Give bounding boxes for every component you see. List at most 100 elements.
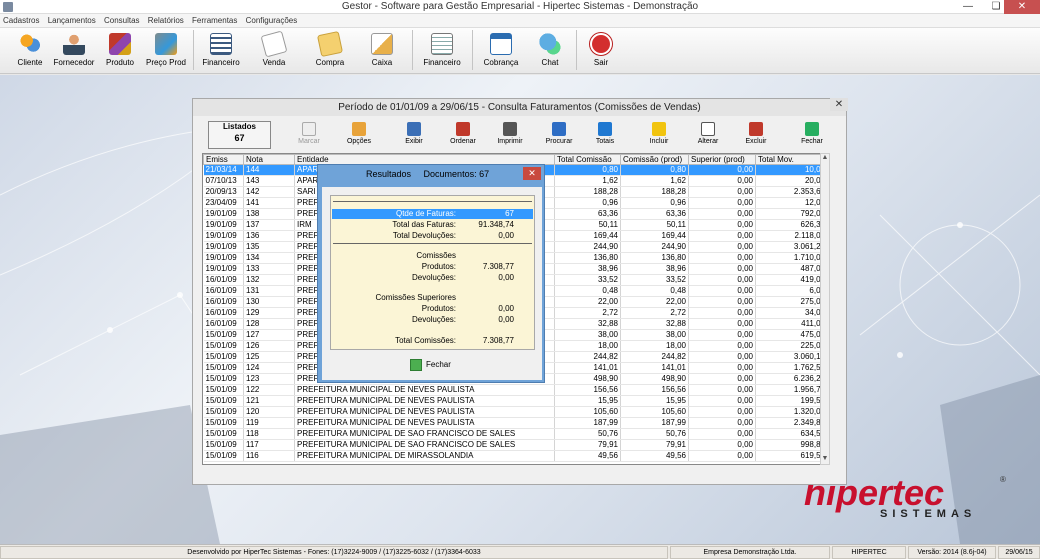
opcoes-button[interactable]: Opções	[341, 121, 377, 151]
table-cell: 50,76	[620, 428, 689, 440]
table-cell: 188,28	[554, 186, 621, 198]
col-total-mov[interactable]: Total Mov.	[755, 154, 827, 165]
scroll-up-icon[interactable]: ▲	[821, 154, 829, 163]
scroll-down-icon[interactable]: ▼	[821, 455, 829, 464]
search-icon	[552, 122, 566, 136]
add-icon	[652, 122, 666, 136]
window-list-icon	[490, 33, 512, 55]
table-row[interactable]: 15/01/09 117 PREFEITURA MUNICIPAL DE SAO F…	[203, 439, 827, 451]
sup-produtos-value: 0,00	[498, 304, 514, 313]
table-cell: 15,95	[620, 395, 689, 407]
col-emiss[interactable]: Emiss	[203, 154, 244, 165]
table-cell: PREFEITURA MUNICIPAL DE NEVES PAULISTA	[294, 395, 555, 407]
table-cell: PREFEITURA MUNICIPAL DE NEVES PAULISTA	[294, 406, 555, 418]
status-versao: Versão: 2014 (8.6j-04)	[908, 546, 996, 559]
table-cell: 137	[243, 219, 295, 231]
total-faturas-label: Total das Faturas:	[392, 220, 456, 229]
table-cell: 79,91	[554, 439, 621, 451]
incluir-button[interactable]: Incluir	[643, 121, 675, 151]
menu-consultas[interactable]: Consultas	[101, 14, 143, 27]
table-cell: 199,50	[755, 395, 827, 407]
exibir-button[interactable]: Exibir	[398, 121, 430, 151]
consulta-close-button[interactable]: ✕	[830, 98, 848, 111]
totais-button[interactable]: Totais	[590, 121, 620, 151]
marcar-button[interactable]: Marcar	[291, 121, 327, 151]
table-cell: 136	[243, 230, 295, 242]
imprimir-button[interactable]: Imprimir	[492, 121, 528, 151]
table-cell: 15/01/09	[203, 439, 244, 451]
toolbar-compra-button[interactable]: Compra	[310, 30, 350, 71]
table-row[interactable]: 15/01/09 119 PREFEITURA MUNICIPAL DE NEVES…	[203, 417, 827, 429]
toolbar-caixa-button[interactable]: Caixa	[364, 31, 400, 71]
table-cell: 0,00	[688, 417, 756, 429]
toolbar-separator	[472, 30, 473, 70]
toolbar-cliente-button[interactable]: Cliente	[10, 31, 50, 71]
table-row[interactable]: 15/01/09 118 PREFEITURA MUNICIPAL DE SAO F…	[203, 428, 827, 440]
toolbar-cobranca-button[interactable]: Cobrança	[478, 31, 524, 71]
toolbar-financeiro2-button[interactable]: Financeiro	[418, 31, 466, 71]
excluir-button[interactable]: Excluir	[740, 121, 772, 151]
table-cell: 19/01/09	[203, 252, 244, 264]
col-superior-prod[interactable]: Superior (prod)	[688, 154, 756, 165]
table-cell: 130	[243, 296, 295, 308]
table-cell: 79,91	[620, 439, 689, 451]
table-cell: 0,00	[688, 197, 756, 209]
table-cell: 1.762,55	[755, 362, 827, 374]
toolbar-sair-button[interactable]: Sair	[584, 31, 618, 71]
col-total-comissao[interactable]: Total Comissão	[554, 154, 621, 165]
table-cell: 10,00	[755, 164, 827, 176]
col-comissao-prod[interactable]: Comissão (prod)	[620, 154, 689, 165]
toolbar-venda-button[interactable]: Venda	[256, 30, 292, 71]
table-row[interactable]: 15/01/09 122 PREFEITURA MUNICIPAL DE NEVES…	[203, 384, 827, 396]
qtde-faturas-label: Qtde de Faturas:	[395, 209, 456, 218]
close-button[interactable]: ✕	[1004, 0, 1040, 14]
table-cell: 498,90	[554, 373, 621, 385]
minimize-button[interactable]: —	[956, 0, 980, 14]
table-cell: 117	[243, 439, 295, 451]
table-cell: 38,00	[554, 329, 621, 341]
toolbar-financeiro-button[interactable]: Financeiro	[198, 31, 244, 71]
table-row[interactable]: 15/01/09 120 PREFEITURA MUNICIPAL DE NEVES…	[203, 406, 827, 418]
table-row[interactable]: 15/01/09 121 PREFEITURA MUNICIPAL DE NEVES…	[203, 395, 827, 407]
procurar-button[interactable]: Procurar	[540, 121, 578, 151]
menu-ferramentas[interactable]: Ferramentas	[189, 14, 240, 27]
table-cell: 2.349,84	[755, 417, 827, 429]
table-cell: 131	[243, 285, 295, 297]
alterar-button[interactable]: Alterar	[691, 121, 725, 151]
ordenar-button[interactable]: Ordenar	[445, 121, 481, 151]
resultados-close-button[interactable]: ✕	[523, 167, 541, 180]
table-cell: 156,56	[620, 384, 689, 396]
toolbar-preco-prod-button[interactable]: Preço Prod	[143, 31, 189, 71]
table-cell: 15/01/09	[203, 428, 244, 440]
note-icon	[316, 30, 344, 58]
menu-lancamentos[interactable]: Lançamentos	[45, 14, 99, 27]
table-cell: 18,00	[620, 340, 689, 352]
title-bar: Gestor - Software para Gestão Empresaria…	[0, 0, 1040, 14]
menu-configuracoes[interactable]: Configurações	[243, 14, 301, 27]
menu-relatorios[interactable]: Relatórios	[145, 14, 187, 27]
grid-scrollbar[interactable]: ▲ ▼	[820, 153, 830, 465]
table-cell: 33,52	[554, 274, 621, 286]
menu-cadastros[interactable]: Cadastros	[0, 14, 42, 27]
main-toolbar: Cliente Fornecedor Produto Preço Prod Fi…	[0, 28, 1040, 74]
toolbar-fornecedor-button[interactable]: Fornecedor	[52, 31, 96, 71]
menu-bar: Cadastros Lançamentos Consultas Relatóri…	[0, 14, 1040, 28]
price-tag-icon	[155, 33, 177, 55]
toolbar-chat-button[interactable]: Chat	[532, 31, 568, 71]
table-cell: 119	[243, 417, 295, 429]
col-nota[interactable]: Nota	[243, 154, 295, 165]
listados-box: Listados 67	[208, 121, 271, 149]
table-cell: 0,00	[688, 175, 756, 187]
table-cell: 16/01/09	[203, 318, 244, 330]
table-cell: 15/01/09	[203, 373, 244, 385]
table-row[interactable]: 15/01/09 116 PREFEITURA MUNICIPAL DE MIRAS…	[203, 450, 827, 462]
resultados-fechar-button[interactable]: Fechar	[410, 357, 454, 375]
toolbar-produto-button[interactable]: Produto	[100, 31, 140, 71]
exit-icon	[410, 358, 422, 371]
table-cell: 626,35	[755, 219, 827, 231]
fechar-button[interactable]: Fechar	[796, 121, 828, 151]
table-cell: 225,00	[755, 340, 827, 352]
col-entidade[interactable]: Entidade	[294, 154, 555, 165]
total-devolucoes-label: Total Devoluções:	[392, 231, 456, 240]
table-cell: 156,56	[554, 384, 621, 396]
